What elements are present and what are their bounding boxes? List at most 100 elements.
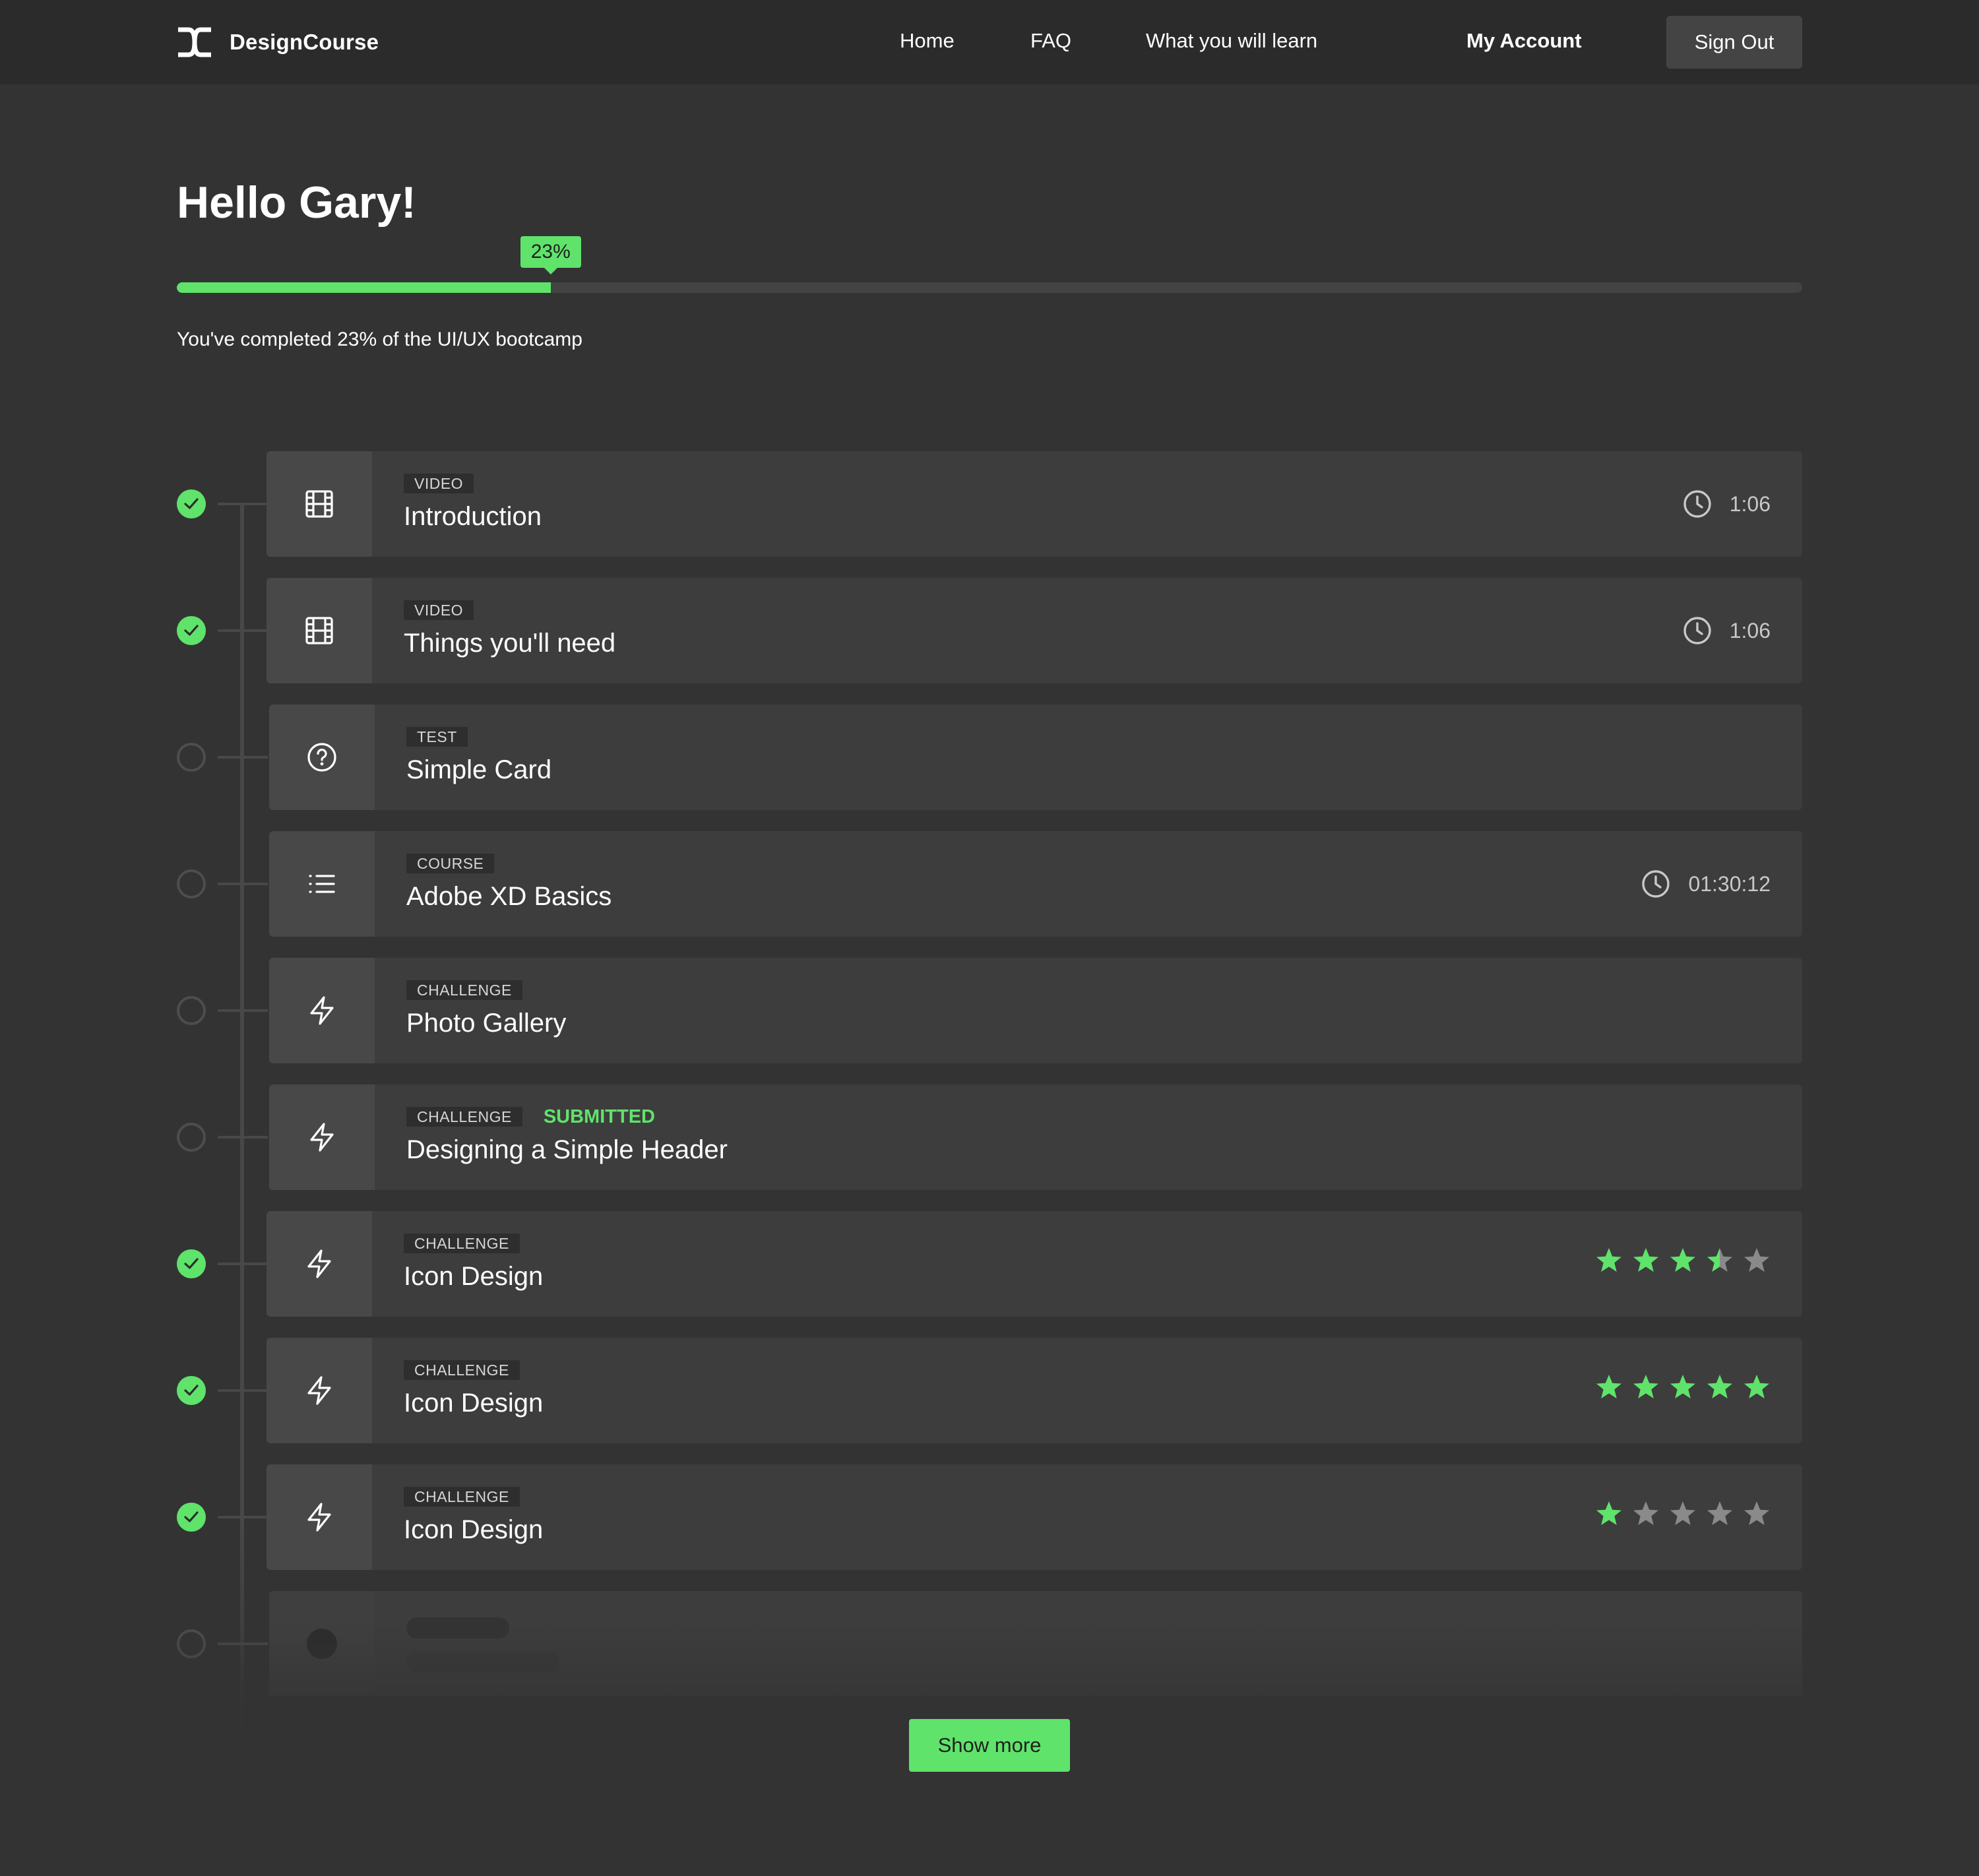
lesson-card[interactable]: VIDEO Things you'll need 1:06 [267,578,1802,683]
timeline-connector [218,883,268,885]
progress-bar-fill [177,282,551,293]
lesson-card[interactable]: CHALLENGE SUBMITTED Designing a Simple Hea… [269,1084,1802,1190]
lesson-type-icon-box [269,958,375,1063]
status-circle-done [177,616,206,645]
lesson-card-body: CHALLENGE Icon Design [404,1360,1776,1421]
lesson-row: VIDEO Introduction 1:06 [0,451,1979,557]
lesson-row: VIDEO Things you'll need 1:06 [0,578,1979,683]
rating-star-icon [1596,1375,1621,1398]
lesson-card[interactable]: CHALLENGE Icon Design [267,1211,1802,1317]
status-circle-done [177,1376,206,1405]
rating-star-icon [1707,1248,1732,1272]
duration-text: 1:06 [1729,618,1771,642]
top-nav: DesignCourse Home FAQ What you will lear… [0,0,1979,84]
lesson-type-tag: CHALLENGE [404,1487,520,1507]
check-icon [184,1511,199,1522]
rating-star-icon [1633,1501,1658,1525]
rating-stars [1586,1247,1771,1276]
nav-link-home[interactable]: Home [900,26,955,55]
duration-text: 1:06 [1729,491,1771,516]
status-circle-done [177,1503,206,1532]
nav-link-faq[interactable]: FAQ [1030,26,1071,55]
lesson-type-tag: CHALLENGE [406,980,522,1000]
clock-icon [1642,870,1670,898]
lesson-type-tag: VIDEO [404,474,474,493]
lesson-type-icon-box [267,1464,372,1570]
lightning-icon [306,1121,338,1153]
lesson-card[interactable]: COURSE Adobe XD Basics 01:30:12 [269,831,1802,937]
lesson-row: TEST Simple Card [0,704,1979,810]
submitted-badge: SUBMITTED [543,1106,655,1127]
lesson-type-icon-box [269,831,375,937]
lesson-duration: 1:06 [1682,488,1771,520]
lesson-row: CHALLENGE Icon Design [0,1338,1979,1443]
lesson-duration: 01:30:12 [1641,868,1771,900]
rating-star-icon [1744,1501,1769,1525]
lesson-type-tag: VIDEO [404,600,474,620]
progress-badge: 23% [520,236,581,274]
lightning-icon [303,1375,335,1406]
lesson-type-icon-box [269,1084,375,1190]
nav-link-my-account[interactable]: My Account [1466,26,1582,55]
lightning-icon [303,1248,335,1280]
lesson-type-tag: TEST [406,727,468,747]
lesson-type-icon-box [267,1338,372,1443]
lesson-title: Icon Design [404,1262,544,1291]
lesson-card-body: CHALLENGE Icon Design [404,1234,1776,1294]
lesson-type-tag: CHALLENGE [406,1107,522,1127]
rating-star-icon [1633,1375,1658,1398]
question-circle-icon [306,741,338,773]
rating-star-icon [1596,1248,1621,1272]
timeline-connector [218,1009,268,1012]
timeline-connector [218,1263,268,1265]
film-icon [303,615,335,646]
check-icon [184,1385,199,1396]
designcourse-logo-icon [178,27,211,57]
lesson-card-body: TEST Simple Card [406,727,1776,788]
lesson-card-body: CHALLENGE Photo Gallery [406,980,1776,1041]
nav-link-what-you-will-learn[interactable]: What you will learn [1146,26,1317,55]
lesson-title: Simple Card [406,755,552,784]
lesson-title: Adobe XD Basics [406,882,612,911]
sign-out-button[interactable]: Sign Out [1666,16,1802,69]
rating-star-icon [1744,1375,1769,1398]
lightning-icon [306,995,338,1026]
rating-star-icon [1670,1248,1695,1272]
clock-icon [1683,617,1711,644]
rating-stars [1586,1500,1771,1529]
lesson-title: Photo Gallery [406,1009,567,1038]
lesson-type-tag: COURSE [406,854,495,873]
lesson-type-tag: CHALLENGE [404,1360,520,1380]
timeline-connector [218,1516,268,1518]
timeline-connector [218,629,268,632]
lesson-title: Icon Design [404,1515,544,1544]
brand-logo[interactable]: DesignCourse [175,25,379,59]
lesson-card-body: VIDEO Things you'll need [404,600,1776,661]
lesson-card[interactable]: CHALLENGE Icon Design [267,1338,1802,1443]
lightning-icon [303,1501,335,1533]
lesson-row: CHALLENGE Icon Design [0,1464,1979,1570]
status-circle-done [177,1249,206,1278]
status-circle-done [177,489,206,518]
rating-star-icon [1707,1501,1732,1525]
progress-description: You've completed 23% of the UI/UX bootca… [177,328,582,350]
lesson-card[interactable]: VIDEO Introduction 1:06 [267,451,1802,557]
rating-star-icon [1744,1248,1769,1272]
timeline-connector [218,1389,268,1392]
brand-name: DesignCourse [230,30,379,54]
lesson-title: Introduction [404,502,542,531]
lesson-type-icon-box [269,704,375,810]
show-more-button[interactable]: Show more [909,1719,1070,1772]
page-title: Hello Gary! [177,177,416,228]
lesson-card-body: VIDEO Introduction [404,474,1776,534]
lesson-card[interactable]: CHALLENGE Icon Design [267,1464,1802,1570]
lesson-card[interactable]: TEST Simple Card [269,704,1802,810]
rating-star-icon [1670,1501,1695,1525]
lesson-card[interactable]: CHALLENGE Photo Gallery [269,958,1802,1063]
list-icon [306,868,338,900]
lesson-type-icon-box [267,451,372,557]
lesson-type-icon-box [267,1211,372,1317]
clock-icon [1683,490,1711,518]
lesson-row: COURSE Adobe XD Basics 01:30:12 [0,831,1979,937]
lesson-card-body: CHALLENGE SUBMITTED Designing a Simple Hea… [406,1107,1776,1168]
